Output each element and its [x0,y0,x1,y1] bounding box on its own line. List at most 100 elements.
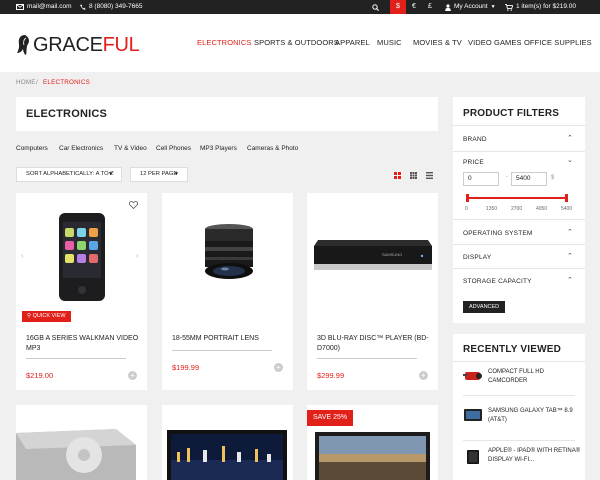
thumbnail-image[interactable] [463,369,483,383]
filter-price[interactable]: PRICE [463,159,484,166]
nav-music[interactable]: MUSIC [377,38,402,47]
chevron-down-icon: ▼ [108,171,113,177]
filter-operating-system[interactable]: OPERATING SYSTEM [463,230,533,237]
product-image[interactable] [167,430,287,480]
add-to-cart-icon[interactable]: + [419,371,428,380]
price-scale-label: 0 [465,206,468,212]
chevron-up-icon[interactable]: ⌃ [567,276,573,284]
price-scale-label: 4050 [536,206,548,212]
product-image[interactable] [54,210,110,304]
price-slider-track[interactable] [467,197,567,199]
price-range-dash: - [506,174,508,180]
divider [172,350,272,351]
list-view-icon[interactable] [426,172,433,179]
chevron-down-icon[interactable]: ⌄ [567,156,573,164]
price-slider-max-handle[interactable] [565,194,568,202]
filters-title: PRODUCT FILTERS [463,108,560,119]
divider [453,151,585,152]
subcat-car-electronics[interactable]: Car Electronics [59,145,103,152]
divider [453,219,585,220]
logo-text-ful: FUL [102,34,140,56]
price-scale-label: 1350 [486,206,498,212]
recent-item-name[interactable]: APPLE® - IPAD® WITH RETINA® DISPLAY WI-F… [488,447,583,464]
price-max-input[interactable]: 5400 [511,172,547,186]
product-price: $199.99 [172,363,200,372]
product-card[interactable] [16,405,147,480]
search-button[interactable] [372,0,379,14]
email-link[interactable]: mail@mail.com [16,0,72,14]
my-account-label: My Account [454,3,488,10]
nav-apparel[interactable]: APPAREL [335,38,370,47]
logo-icon [17,35,29,55]
product-card[interactable] [162,405,293,480]
subcat-tv-video[interactable]: TV & Video [114,145,147,152]
nav-sports-outdoors[interactable]: SPORTS & OUTDOORS [254,38,339,47]
nav-movies-tv[interactable]: MOVIES & TV [413,38,462,47]
product-name[interactable]: 18-55MM PORTRAIT LENS [172,334,292,344]
product-name[interactable]: 3D BLU-RAY DISC™ PLAYER (BD-D7000) [317,334,437,354]
email-text: mail@mail.com [27,3,72,10]
product-card[interactable]: SAMSUNG 3D BLU-RAY DISC™ PLAYER (BD-D700… [307,193,438,390]
currency-eur[interactable]: € [406,0,422,14]
price-slider-min-handle[interactable] [466,194,469,202]
per-page-select[interactable]: 12 PER PAGE ▼ [130,167,188,182]
chevron-up-icon[interactable]: ⌃ [567,252,573,260]
subcat-mp3-players[interactable]: MP3 Players [200,145,237,152]
add-to-cart-icon[interactable]: + [274,363,283,372]
product-image[interactable] [16,415,147,480]
currency-usd[interactable]: $ [390,0,406,14]
carousel-prev-arrow-icon[interactable]: ‹ [21,251,24,260]
subcat-cell-phones[interactable]: Cell Phones [156,145,191,152]
filter-brand[interactable]: BRAND [463,136,487,143]
quick-view-label: QUICK VIEW [32,313,66,319]
chevron-up-icon[interactable]: ⌃ [567,228,573,236]
price-scale-label: 5400 [561,206,573,212]
my-account-menu[interactable]: My Account ▼ [445,0,496,14]
thumbnail-image[interactable] [463,408,483,422]
subcat-cameras-photo[interactable]: Cameras & Photo [247,145,298,152]
wishlist-heart-icon[interactable] [129,201,138,209]
divider [463,395,575,396]
carousel-next-arrow-icon[interactable]: › [136,251,139,260]
price-max-value: 5400 [516,175,531,182]
product-image[interactable] [315,432,430,480]
nav-office-supplies[interactable]: OFFICE SUPPLIES [524,38,592,47]
product-card[interactable]: 18-55MM PORTRAIT LENS $199.99 + [162,193,293,390]
breadcrumb-home[interactable]: HOME [16,79,36,86]
breadcrumb-separator: / [36,79,38,86]
filter-storage-capacity[interactable]: STORAGE CAPACITY [463,278,532,285]
divider [26,358,126,359]
product-card[interactable]: ‹ › ⚲ QUICK VIEW 16GB A SERIES WALKMAN V… [16,193,147,390]
product-price: $219.00 [26,371,54,380]
svg-text:SAMSUNG: SAMSUNG [382,252,402,257]
cart-summary[interactable]: 1 item(s) for $219.00 [505,0,576,14]
phone-icon [80,4,86,10]
phone-link[interactable]: 8 (8080) 349-7665 [80,0,143,14]
thumbnail-image[interactable] [463,450,483,464]
add-to-cart-icon[interactable]: + [128,371,137,380]
currency-gbp[interactable]: £ [422,0,438,14]
subcat-computers[interactable]: Computers [16,145,48,152]
per-page-label: 12 PER PAGE [140,171,178,177]
logo[interactable]: GRACE FUL [17,34,140,56]
product-card[interactable]: SAVE 25% [307,405,438,480]
price-scale-label: 2700 [511,206,523,212]
recently-viewed-panel: RECENTLY VIEWED COMPACT FULL HD CAMCORDE… [453,334,585,480]
nav-electronics[interactable]: ELECTRONICS [197,38,251,47]
product-name[interactable]: 16GB A SERIES WALKMAN VIDEO MP3 [26,334,146,354]
product-image[interactable]: SAMSUNG [312,236,434,276]
divider [317,358,417,359]
sort-select[interactable]: SORT ALPHABETICALLY: A TO Z ▼ [16,167,122,182]
grid-small-view-icon[interactable] [410,172,417,179]
grid-large-view-icon[interactable] [394,172,401,179]
nav-video-games[interactable]: VIDEO GAMES [468,38,522,47]
filter-display[interactable]: DISPLAY [463,254,491,261]
quick-view-button[interactable]: ⚲ QUICK VIEW [22,311,71,322]
price-min-input[interactable]: 0 [463,172,499,186]
product-image[interactable] [197,221,261,287]
chevron-up-icon[interactable]: ⌃ [567,134,573,142]
recent-item-name[interactable]: SAMSUNG GALAXY TAB™ 8.9 (AT&T) [488,407,583,424]
recent-item-name[interactable]: COMPACT FULL HD CAMCORDER [488,368,583,385]
advanced-button[interactable]: ADVANCED [463,301,506,313]
product-price: $299.99 [317,371,345,380]
